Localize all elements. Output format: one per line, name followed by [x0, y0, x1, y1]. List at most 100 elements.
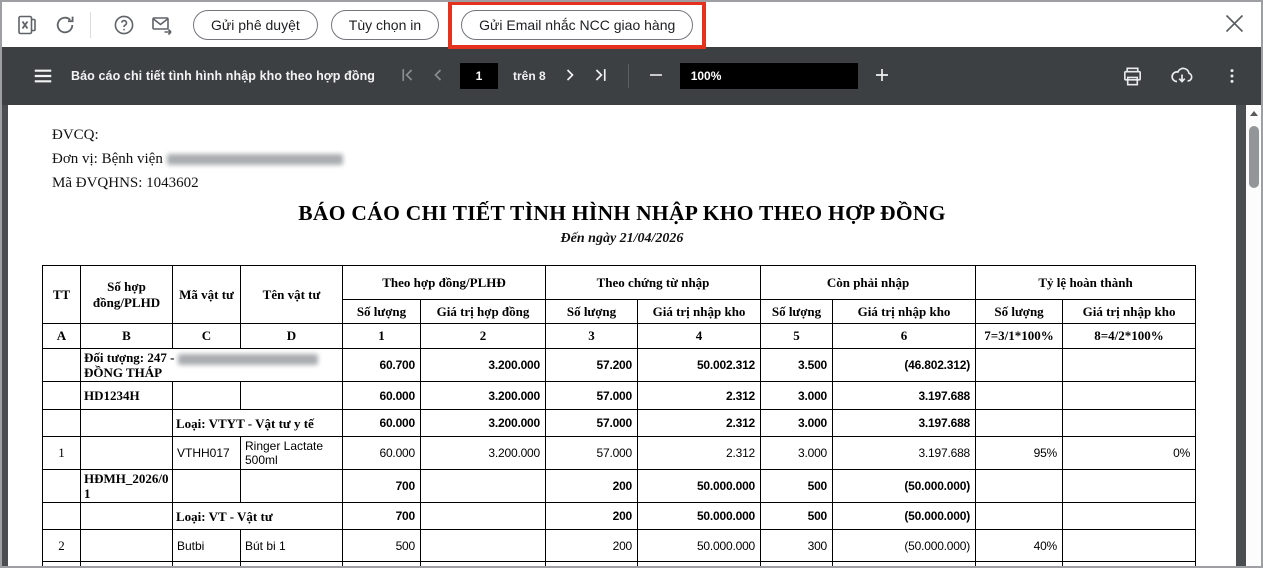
table-cell [172, 381, 241, 410]
table-cell: 95% [975, 436, 1064, 470]
zoom-out-icon [647, 66, 665, 87]
table-cell [419, 469, 547, 503]
table-cell: 50.000.000 [637, 502, 762, 530]
scrollbar-thumb[interactable] [1248, 126, 1259, 188]
download-button[interactable] [1169, 63, 1195, 89]
next-page-button[interactable] [559, 65, 581, 87]
scroll-up-button[interactable] [1246, 105, 1261, 122]
table-cell [80, 436, 173, 470]
table-cell: 3.200.000 [419, 436, 547, 470]
table-cell [1062, 469, 1197, 503]
previous-page-button[interactable] [427, 65, 449, 87]
table-cell: 300 [760, 529, 834, 562]
table-cell: 3.197.688 [832, 381, 977, 410]
table-cell [975, 348, 1064, 382]
zoom-in-button[interactable] [871, 65, 893, 87]
column-index-cell: B [80, 323, 173, 349]
help-icon [112, 13, 136, 37]
table-cell [42, 561, 81, 566]
table-index-row: A B C D 1 2 3 4 5 6 7=3/1*100% 8=4/2*100% [42, 323, 1197, 349]
print-options-button[interactable]: Tùy chọn in [330, 9, 440, 40]
table-cell: 0% [1062, 436, 1197, 470]
more-options-icon [1222, 66, 1242, 86]
column-group-header: Còn phải nhập [760, 265, 977, 300]
send-email-toolbar-button[interactable] [149, 12, 175, 38]
unit-line: Đơn vị: Bệnh viện [52, 147, 343, 171]
table-cell [240, 469, 343, 503]
table-row: HĐMH_2026/01 700 200 50.000.000 500 (50.000.0… [42, 469, 1197, 503]
table-cell: 60.000 [342, 409, 421, 437]
table-cell: 700 [342, 469, 421, 503]
close-icon [1224, 13, 1245, 37]
column-index-cell: 4 [637, 323, 762, 349]
table-cell: HĐMH_2026/01 [80, 469, 173, 503]
table-cell: Butbi [172, 529, 241, 562]
page-total-label: trên 8 [513, 69, 546, 83]
zoom-level-input[interactable]: 100% [679, 63, 858, 89]
table-cell: 3.200.000 [419, 381, 547, 410]
table-cell [975, 409, 1064, 437]
last-page-button[interactable] [590, 65, 612, 87]
report-title: BÁO CÁO CHI TIẾT TÌNH HÌNH NHẬP KHO THEO… [298, 201, 946, 225]
table-cell [975, 502, 1064, 530]
print-button[interactable] [1119, 63, 1145, 89]
column-group-header: Theo hợp đồng/PLHĐ [341, 265, 547, 300]
table-cell [1062, 381, 1197, 410]
column-subheader: Giá trị nhập kho [832, 299, 977, 324]
send-email-reminder-button[interactable]: Gửi Email nhắc NCC giao hàng [461, 9, 694, 40]
refresh-button[interactable] [52, 12, 78, 38]
zoom-out-button[interactable] [645, 65, 667, 87]
table-cell: 500 [760, 469, 834, 503]
table-cell: (50.000.000) [832, 469, 977, 503]
table-cell: 57.200 [545, 348, 639, 382]
column-header: TT [42, 265, 81, 324]
send-approval-button[interactable]: Gửi phê duyệt [193, 9, 318, 40]
table-cell: 60.000 [342, 381, 421, 410]
table-cell: 3.500 [760, 348, 834, 382]
table-cell: 700 [342, 502, 421, 530]
zoom-in-icon [873, 66, 891, 87]
table-cell: 3.200.000 [419, 409, 547, 437]
table-cell: 200 [545, 469, 639, 503]
close-button[interactable] [1221, 12, 1247, 38]
table-cell: 57.000 [545, 381, 639, 410]
table-row: Loại: VT - Vật tư 700 200 50.000.000 500 (50.… [42, 502, 1197, 530]
table-row: Đối tượng: 247 - ĐỒNG THÁP 60.700 3.200.00… [42, 348, 1197, 382]
first-page-button[interactable] [396, 65, 418, 87]
column-index-cell: 7=3/1*100% [975, 323, 1064, 349]
column-index-cell: 3 [545, 323, 639, 349]
table-cell: (50.000.000) [832, 529, 977, 562]
table-cell [419, 529, 547, 562]
help-button[interactable] [111, 12, 137, 38]
report-table: TT Số hợp đồng/PLHD Mã vật tư Tên vật tư The… [42, 265, 1197, 566]
table-cell [42, 502, 81, 530]
table-cell: 3.000 [760, 436, 834, 470]
table-cell [42, 409, 81, 437]
table-cell [80, 502, 173, 530]
table-cell: 2.312 [637, 436, 762, 470]
table-cell: 60.700 [342, 348, 421, 382]
vertical-scrollbar[interactable] [1246, 105, 1261, 566]
table-cell [637, 561, 762, 566]
table-cell: 2 [42, 529, 81, 562]
table-cell: 500 [342, 529, 421, 562]
table-cell: 3.197.688 [832, 436, 977, 470]
page-number-input[interactable]: 1 [460, 63, 498, 89]
export-excel-button[interactable] [14, 12, 40, 38]
column-index-cell: 1 [342, 323, 421, 349]
table-cell [80, 409, 173, 437]
table-cell: Bút bi 1 [240, 529, 343, 562]
table-cell [80, 529, 173, 562]
table-row: Loại: VTYT - Vật tư y tế 60.000 3.200.000 5… [42, 409, 1197, 437]
highlight-annotation: Gửi Email nhắc NCC giao hàng [448, 2, 707, 49]
table-cell: HD1234H [80, 381, 173, 410]
column-header: Mã vật tư [172, 265, 241, 324]
document-viewer: ĐVCQ: Đơn vị: Bệnh viện Mã ĐVQHNS: 10436… [2, 105, 1261, 566]
table-cell [1062, 561, 1197, 566]
table-cell [975, 561, 1064, 566]
more-options-button[interactable] [1219, 63, 1245, 89]
menu-button[interactable] [30, 63, 56, 89]
table-cell: 50.002.312 [637, 348, 762, 382]
table-cell: Ringer Lactate 500ml [240, 436, 343, 470]
table-cell: Loại: VTYT - Vật tư y tế [172, 409, 343, 437]
